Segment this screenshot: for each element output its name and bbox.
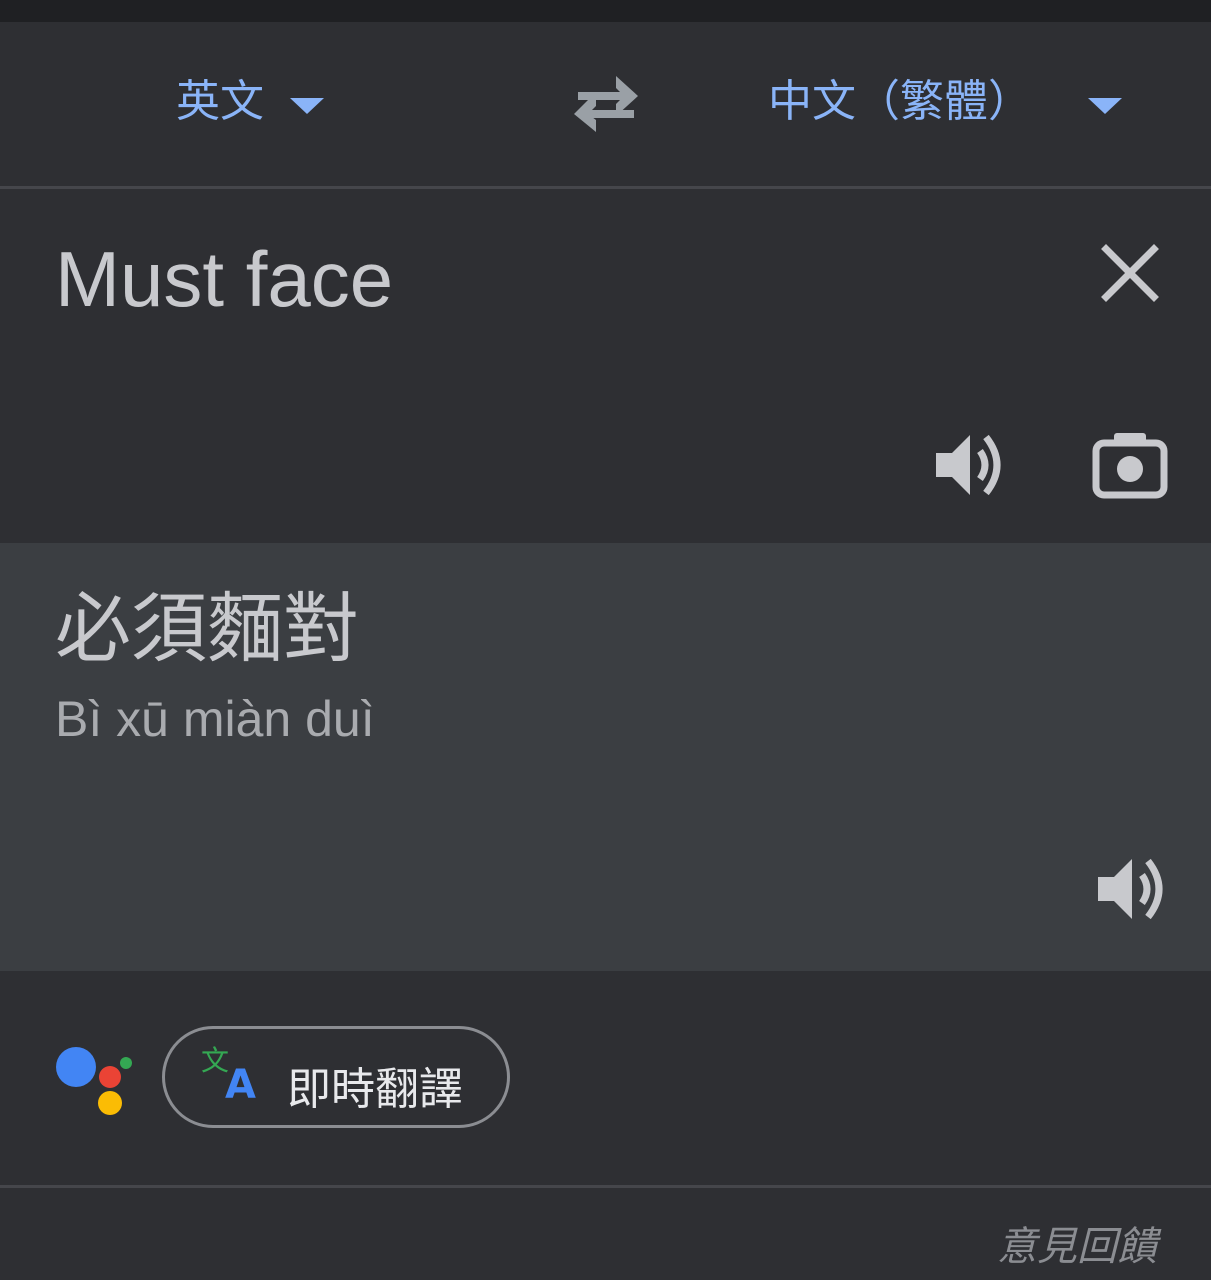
source-language-selector[interactable]: 英文 bbox=[176, 74, 324, 130]
romanization-text: Bì xū miàn duì bbox=[55, 691, 375, 747]
language-bar: 英文 中文（繁體） bbox=[0, 22, 1211, 186]
translate-icon: 文 A bbox=[201, 1044, 256, 1100]
source-language-label: 英文 bbox=[176, 76, 264, 127]
source-text[interactable]: Must face bbox=[55, 231, 393, 327]
live-translate-button[interactable]: 文 A 即時翻譯 bbox=[162, 1026, 510, 1128]
google-assistant-icon[interactable] bbox=[54, 1043, 134, 1117]
target-language-label: 中文（繁體） bbox=[768, 76, 1032, 127]
translation-result-panel: 必須麵對 Bì xū miàn duì bbox=[0, 543, 1211, 971]
dropdown-caret-icon bbox=[290, 98, 324, 114]
camera-icon[interactable] bbox=[1090, 429, 1170, 501]
footer: 意見回饋 bbox=[0, 1188, 1211, 1280]
speaker-icon[interactable] bbox=[1092, 853, 1170, 925]
status-bar bbox=[0, 0, 1211, 22]
speaker-icon[interactable] bbox=[930, 429, 1008, 501]
translation-text: 必須麵對 bbox=[55, 584, 359, 673]
feedback-link[interactable]: 意見回饋 bbox=[997, 1214, 1157, 1272]
dropdown-caret-icon bbox=[1088, 98, 1122, 114]
bottom-actions: 文 A 即時翻譯 bbox=[0, 971, 1211, 1185]
target-language-selector[interactable]: 中文（繁體） bbox=[768, 74, 1122, 130]
swap-arrows-icon[interactable] bbox=[568, 74, 644, 132]
live-translate-label: 即時翻譯 bbox=[287, 1064, 463, 1115]
svg-text:A: A bbox=[225, 1062, 256, 1100]
close-icon[interactable] bbox=[1098, 241, 1162, 305]
translate-screen: 英文 中文（繁體） Must face 必須麵對 Bì xū miàn duì … bbox=[0, 0, 1211, 1280]
source-panel[interactable]: Must face bbox=[0, 189, 1211, 543]
